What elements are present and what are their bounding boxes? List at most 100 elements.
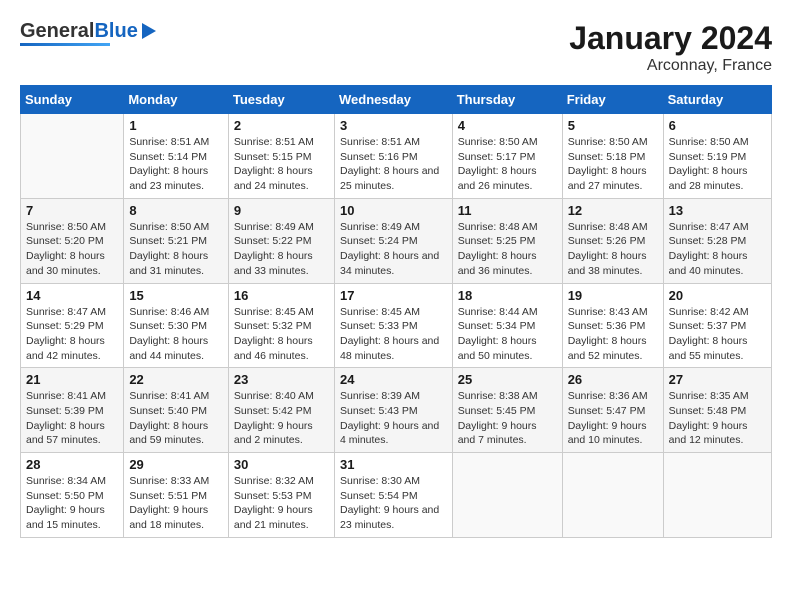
day-number: 28 [26,457,118,472]
calendar-cell: 27 Sunrise: 8:35 AMSunset: 5:48 PMDaylig… [663,368,771,453]
day-number: 2 [234,118,329,133]
day-number: 21 [26,372,118,387]
calendar-cell: 20 Sunrise: 8:42 AMSunset: 5:37 PMDaylig… [663,283,771,368]
calendar-cell: 15 Sunrise: 8:46 AMSunset: 5:30 PMDaylig… [124,283,229,368]
calendar-cell: 5 Sunrise: 8:50 AMSunset: 5:18 PMDayligh… [562,114,663,199]
day-info: Sunrise: 8:43 AMSunset: 5:36 PMDaylight:… [568,305,658,364]
day-number: 14 [26,288,118,303]
calendar-cell: 22 Sunrise: 8:41 AMSunset: 5:40 PMDaylig… [124,368,229,453]
day-info: Sunrise: 8:41 AMSunset: 5:39 PMDaylight:… [26,389,118,448]
calendar-cell: 24 Sunrise: 8:39 AMSunset: 5:43 PMDaylig… [334,368,452,453]
calendar-cell: 18 Sunrise: 8:44 AMSunset: 5:34 PMDaylig… [452,283,562,368]
calendar-week-row: 1 Sunrise: 8:51 AMSunset: 5:14 PMDayligh… [21,114,772,199]
day-number: 30 [234,457,329,472]
day-info: Sunrise: 8:48 AMSunset: 5:26 PMDaylight:… [568,220,658,279]
day-info: Sunrise: 8:41 AMSunset: 5:40 PMDaylight:… [129,389,223,448]
logo: GeneralBlue [20,20,156,46]
calendar-cell: 31 Sunrise: 8:30 AMSunset: 5:54 PMDaylig… [334,453,452,538]
calendar-header-row: SundayMondayTuesdayWednesdayThursdayFrid… [21,86,772,114]
day-info: Sunrise: 8:51 AMSunset: 5:15 PMDaylight:… [234,135,329,194]
day-info: Sunrise: 8:40 AMSunset: 5:42 PMDaylight:… [234,389,329,448]
calendar-cell: 13 Sunrise: 8:47 AMSunset: 5:28 PMDaylig… [663,198,771,283]
day-info: Sunrise: 8:30 AMSunset: 5:54 PMDaylight:… [340,474,447,533]
calendar-cell: 4 Sunrise: 8:50 AMSunset: 5:17 PMDayligh… [452,114,562,199]
day-number: 29 [129,457,223,472]
calendar-cell: 29 Sunrise: 8:33 AMSunset: 5:51 PMDaylig… [124,453,229,538]
day-info: Sunrise: 8:50 AMSunset: 5:17 PMDaylight:… [458,135,557,194]
calendar-cell [21,114,124,199]
calendar-cell [663,453,771,538]
column-header-friday: Friday [562,86,663,114]
calendar-table: SundayMondayTuesdayWednesdayThursdayFrid… [20,85,772,538]
calendar-cell: 6 Sunrise: 8:50 AMSunset: 5:19 PMDayligh… [663,114,771,199]
day-info: Sunrise: 8:33 AMSunset: 5:51 PMDaylight:… [129,474,223,533]
column-header-monday: Monday [124,86,229,114]
day-info: Sunrise: 8:49 AMSunset: 5:24 PMDaylight:… [340,220,447,279]
column-header-sunday: Sunday [21,86,124,114]
logo-general-text: GeneralBlue [20,20,138,42]
calendar-cell: 11 Sunrise: 8:48 AMSunset: 5:25 PMDaylig… [452,198,562,283]
calendar-cell: 30 Sunrise: 8:32 AMSunset: 5:53 PMDaylig… [228,453,334,538]
calendar-cell: 2 Sunrise: 8:51 AMSunset: 5:15 PMDayligh… [228,114,334,199]
calendar-cell [562,453,663,538]
day-info: Sunrise: 8:47 AMSunset: 5:28 PMDaylight:… [669,220,766,279]
page-title: January 2024 [569,20,772,57]
calendar-cell: 8 Sunrise: 8:50 AMSunset: 5:21 PMDayligh… [124,198,229,283]
day-info: Sunrise: 8:34 AMSunset: 5:50 PMDaylight:… [26,474,118,533]
day-info: Sunrise: 8:45 AMSunset: 5:33 PMDaylight:… [340,305,447,364]
day-info: Sunrise: 8:42 AMSunset: 5:37 PMDaylight:… [669,305,766,364]
calendar-cell [452,453,562,538]
day-number: 4 [458,118,557,133]
day-info: Sunrise: 8:49 AMSunset: 5:22 PMDaylight:… [234,220,329,279]
day-info: Sunrise: 8:50 AMSunset: 5:21 PMDaylight:… [129,220,223,279]
day-number: 31 [340,457,447,472]
calendar-cell: 1 Sunrise: 8:51 AMSunset: 5:14 PMDayligh… [124,114,229,199]
day-number: 26 [568,372,658,387]
calendar-cell: 26 Sunrise: 8:36 AMSunset: 5:47 PMDaylig… [562,368,663,453]
calendar-cell: 14 Sunrise: 8:47 AMSunset: 5:29 PMDaylig… [21,283,124,368]
day-number: 7 [26,203,118,218]
day-info: Sunrise: 8:50 AMSunset: 5:20 PMDaylight:… [26,220,118,279]
calendar-cell: 19 Sunrise: 8:43 AMSunset: 5:36 PMDaylig… [562,283,663,368]
day-number: 27 [669,372,766,387]
day-info: Sunrise: 8:46 AMSunset: 5:30 PMDaylight:… [129,305,223,364]
day-number: 8 [129,203,223,218]
column-header-tuesday: Tuesday [228,86,334,114]
day-info: Sunrise: 8:51 AMSunset: 5:14 PMDaylight:… [129,135,223,194]
calendar-cell: 16 Sunrise: 8:45 AMSunset: 5:32 PMDaylig… [228,283,334,368]
day-number: 22 [129,372,223,387]
column-header-wednesday: Wednesday [334,86,452,114]
day-info: Sunrise: 8:45 AMSunset: 5:32 PMDaylight:… [234,305,329,364]
calendar-week-row: 14 Sunrise: 8:47 AMSunset: 5:29 PMDaylig… [21,283,772,368]
logo-underline [20,43,110,46]
day-info: Sunrise: 8:50 AMSunset: 5:19 PMDaylight:… [669,135,766,194]
day-info: Sunrise: 8:50 AMSunset: 5:18 PMDaylight:… [568,135,658,194]
day-info: Sunrise: 8:35 AMSunset: 5:48 PMDaylight:… [669,389,766,448]
calendar-cell: 12 Sunrise: 8:48 AMSunset: 5:26 PMDaylig… [562,198,663,283]
day-number: 9 [234,203,329,218]
day-number: 23 [234,372,329,387]
day-number: 24 [340,372,447,387]
day-number: 20 [669,288,766,303]
day-number: 13 [669,203,766,218]
day-info: Sunrise: 8:44 AMSunset: 5:34 PMDaylight:… [458,305,557,364]
page-header: GeneralBlue January 2024 Arconnay, Franc… [20,20,772,75]
title-block: January 2024 Arconnay, France [569,20,772,75]
day-info: Sunrise: 8:36 AMSunset: 5:47 PMDaylight:… [568,389,658,448]
calendar-cell: 25 Sunrise: 8:38 AMSunset: 5:45 PMDaylig… [452,368,562,453]
day-number: 17 [340,288,447,303]
calendar-week-row: 7 Sunrise: 8:50 AMSunset: 5:20 PMDayligh… [21,198,772,283]
day-number: 3 [340,118,447,133]
day-number: 6 [669,118,766,133]
day-info: Sunrise: 8:47 AMSunset: 5:29 PMDaylight:… [26,305,118,364]
day-info: Sunrise: 8:39 AMSunset: 5:43 PMDaylight:… [340,389,447,448]
page-subtitle: Arconnay, France [569,57,772,75]
calendar-cell: 3 Sunrise: 8:51 AMSunset: 5:16 PMDayligh… [334,114,452,199]
day-number: 11 [458,203,557,218]
day-number: 15 [129,288,223,303]
day-number: 12 [568,203,658,218]
calendar-cell: 17 Sunrise: 8:45 AMSunset: 5:33 PMDaylig… [334,283,452,368]
day-info: Sunrise: 8:48 AMSunset: 5:25 PMDaylight:… [458,220,557,279]
day-number: 25 [458,372,557,387]
column-header-saturday: Saturday [663,86,771,114]
